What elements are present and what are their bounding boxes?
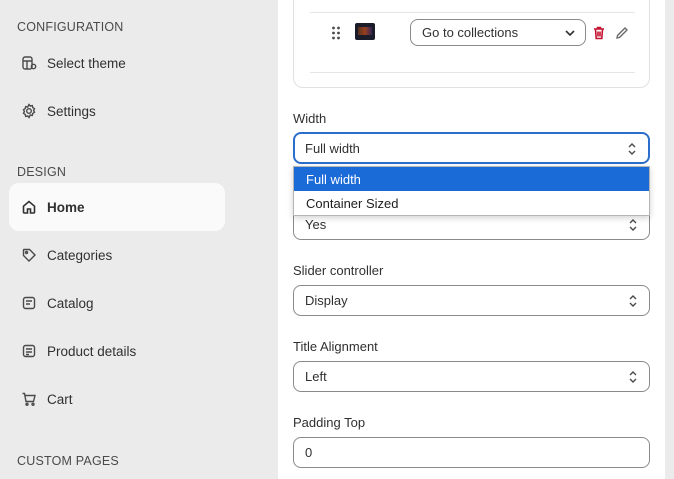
link-card: Go to collections (293, 0, 650, 88)
divider (310, 12, 635, 13)
title-alignment-select[interactable]: Left (293, 361, 650, 392)
padding-top-input[interactable]: 0 (293, 437, 650, 468)
sidebar-item-label: Cart (47, 391, 73, 407)
select-arrows-icon (629, 219, 637, 231)
sidebar-item-select-theme[interactable]: Select theme (9, 39, 225, 87)
select-arrows-icon (629, 371, 637, 383)
sidebar-item-settings[interactable]: Settings (9, 87, 225, 135)
panel-gutter (236, 0, 278, 479)
sidebar-item-catalog[interactable]: Catalog (9, 279, 225, 327)
settings-panel: Go to collections Width Full width Yes S… (278, 0, 665, 479)
sidebar-item-categories[interactable]: Categories (9, 231, 225, 279)
sidebar-item-label: Select theme (47, 55, 126, 71)
width-label: Width (293, 111, 327, 126)
section-title-design: DESIGN (17, 165, 67, 179)
thumbnail-image (355, 23, 375, 40)
tag-icon (20, 246, 38, 264)
slider-controller-value: Display (305, 293, 348, 308)
toggle-select-value: Yes (305, 217, 327, 232)
select-arrows-icon (628, 143, 636, 155)
drag-handle-icon[interactable] (331, 26, 341, 40)
trash-icon[interactable] (591, 25, 607, 41)
slider-controller-label: Slider controller (293, 263, 384, 278)
width-option-container-sized[interactable]: Container Sized (294, 191, 649, 215)
sidebar-item-label: Home (47, 199, 85, 215)
gear-icon (20, 102, 38, 120)
panel-edge (665, 0, 674, 479)
pencil-icon[interactable] (614, 25, 630, 41)
padding-top-value: 0 (305, 445, 313, 460)
select-arrows-icon (629, 295, 637, 307)
width-dropdown-list: Full width Container Sized (293, 166, 650, 216)
width-select[interactable]: Full width (293, 132, 650, 164)
divider (310, 72, 635, 73)
slider-controller-select[interactable]: Display (293, 285, 650, 316)
link-action-value: Go to collections (422, 25, 519, 40)
sidebar-item-label: Settings (47, 103, 96, 119)
sidebar-item-label: Product details (47, 343, 137, 359)
section-title-configuration: CONFIGURATION (17, 20, 124, 34)
width-option-full-width[interactable]: Full width (294, 167, 649, 191)
home-icon (20, 198, 38, 216)
catalog-icon (20, 294, 38, 312)
sidebar-item-cart[interactable]: Cart (9, 375, 225, 423)
link-action-select[interactable]: Go to collections (410, 19, 586, 46)
sidebar-item-label: Catalog (47, 295, 94, 311)
cart-icon (20, 390, 38, 408)
sidebar-item-product-details[interactable]: Product details (9, 327, 225, 375)
chevron-down-icon (565, 30, 575, 37)
title-alignment-label: Title Alignment (293, 339, 378, 354)
width-value: Full width (305, 140, 360, 156)
product-details-icon (20, 342, 38, 360)
sidebar-item-home[interactable]: Home (9, 183, 225, 231)
sidebar-item-label: Categories (47, 247, 113, 263)
theme-icon (20, 54, 38, 72)
title-alignment-value: Left (305, 369, 327, 384)
padding-top-label: Padding Top (293, 415, 366, 430)
sidebar: CONFIGURATION Select theme Settings DESI… (0, 0, 236, 479)
section-title-custom-pages: CUSTOM PAGES (17, 454, 119, 468)
